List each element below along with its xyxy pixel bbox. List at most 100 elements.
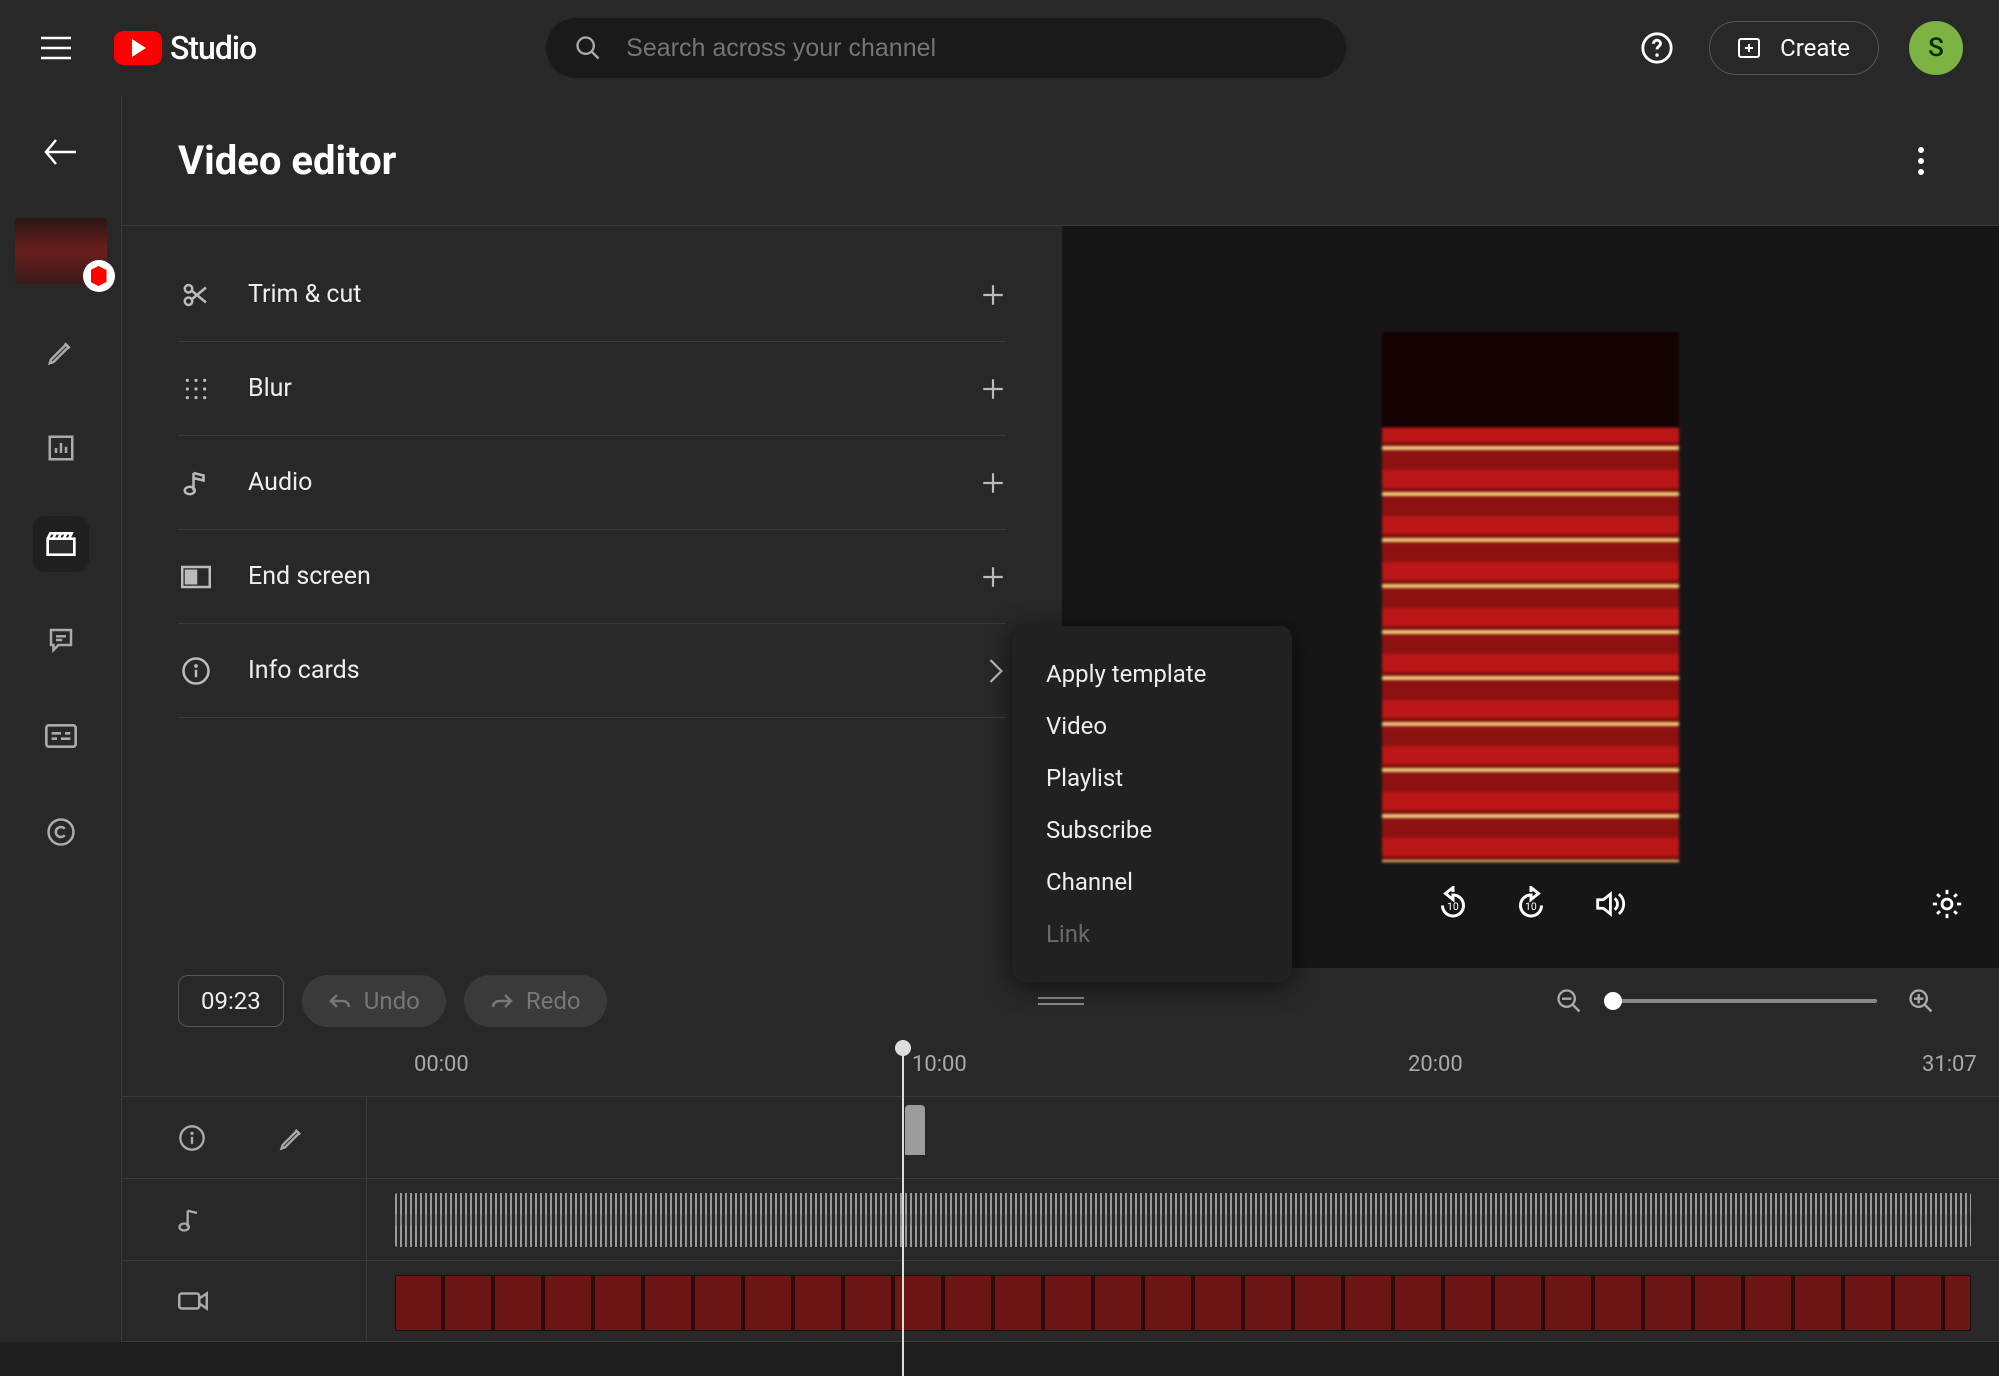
- menu-subscribe[interactable]: Subscribe: [1012, 804, 1292, 856]
- plus-icon: [980, 564, 1006, 590]
- tool-end-screen[interactable]: End screen: [178, 530, 1006, 624]
- help-icon: [1640, 31, 1674, 65]
- end-screen-dropdown: Apply template Video Playlist Subscribe …: [1012, 626, 1292, 982]
- search-icon: [574, 34, 602, 62]
- menu-link: Link: [1012, 908, 1292, 960]
- audio-waveform[interactable]: [395, 1193, 1971, 1247]
- ruler-tick: 20:00: [1408, 1052, 1463, 1077]
- ruler-tick: 31:07: [1922, 1052, 1977, 1077]
- track-video: [122, 1260, 1999, 1342]
- playhead[interactable]: [902, 1040, 904, 1376]
- music-icon: [183, 468, 209, 498]
- gear-icon: [1930, 887, 1964, 921]
- forward-10-button[interactable]: 10: [1509, 882, 1553, 926]
- logo-text: Studio: [170, 29, 256, 67]
- undo-button[interactable]: Undo: [302, 975, 446, 1027]
- menu-channel[interactable]: Channel: [1012, 856, 1292, 908]
- create-label: Create: [1780, 34, 1850, 62]
- track-info-cards: [122, 1096, 1999, 1178]
- info-icon: [181, 656, 211, 686]
- track-body[interactable]: [367, 1179, 1999, 1260]
- tool-label: Blur: [248, 374, 946, 403]
- copyright-icon: [46, 817, 76, 847]
- pencil-icon: [46, 337, 76, 367]
- tool-blur[interactable]: Blur: [178, 342, 1006, 436]
- rewind-10-icon: 10: [1435, 886, 1471, 922]
- nav-analytics[interactable]: [33, 420, 89, 476]
- zoom-out-icon: [1555, 987, 1583, 1015]
- chevron-right-icon: [986, 658, 1006, 684]
- ruler-tick: 10:00: [912, 1052, 967, 1077]
- plus-icon: [980, 376, 1006, 402]
- preview-controls: 10 10: [1431, 882, 1631, 926]
- redo-button[interactable]: Redo: [464, 975, 607, 1027]
- tool-panel: Trim & cut Blur Audio: [122, 226, 1062, 968]
- tool-trim-cut[interactable]: Trim & cut: [178, 248, 1006, 342]
- volume-icon: [1592, 887, 1626, 921]
- zoom-in-icon: [1907, 987, 1935, 1015]
- nav-comments[interactable]: [33, 612, 89, 668]
- nav-editor[interactable]: [33, 516, 89, 572]
- create-button[interactable]: Create: [1709, 21, 1879, 75]
- hamburger-icon: [41, 36, 71, 60]
- studio-logo[interactable]: Studio: [114, 29, 256, 67]
- end-screen-icon: [181, 565, 211, 589]
- timeline-ruler[interactable]: 00:00 10:00 20:00 31:07: [122, 1034, 1999, 1096]
- menu-apply-template[interactable]: Apply template: [1012, 648, 1292, 700]
- tool-audio[interactable]: Audio: [178, 436, 1006, 530]
- video-camera-icon: [178, 1289, 208, 1313]
- rewind-10-button[interactable]: 10: [1431, 882, 1475, 926]
- forward-10-icon: 10: [1513, 886, 1549, 922]
- volume-button[interactable]: [1587, 882, 1631, 926]
- preview-settings-button[interactable]: [1925, 882, 1969, 926]
- more-options-button[interactable]: [1899, 139, 1943, 183]
- music-icon: [178, 1206, 202, 1234]
- search-input[interactable]: [626, 34, 1318, 63]
- preview-frame[interactable]: [1382, 332, 1679, 862]
- zoom-out-button[interactable]: [1547, 979, 1591, 1023]
- panel-drag-handle[interactable]: [1038, 997, 1084, 1005]
- comments-icon: [46, 625, 76, 655]
- tool-label: Info cards: [248, 656, 952, 685]
- redo-label: Redo: [526, 987, 581, 1015]
- info-card-marker[interactable]: [905, 1105, 925, 1155]
- timeline-section: 09:23 Undo Redo: [122, 968, 1999, 1342]
- search-bar[interactable]: [546, 18, 1346, 78]
- back-button[interactable]: [35, 126, 87, 178]
- zoom-slider-thumb[interactable]: [1604, 992, 1622, 1010]
- zoom-slider[interactable]: [1613, 999, 1877, 1003]
- ruler-tick: 00:00: [414, 1052, 469, 1077]
- help-button[interactable]: [1635, 26, 1679, 70]
- plus-icon: [980, 282, 1006, 308]
- nav-copyright[interactable]: [33, 804, 89, 860]
- track-body[interactable]: [367, 1261, 1999, 1341]
- subtitles-icon: [45, 723, 77, 749]
- page-header: Video editor: [122, 96, 1999, 226]
- clapper-icon: [45, 529, 77, 559]
- scissors-icon: [181, 280, 211, 310]
- blur-icon: [183, 376, 209, 402]
- menu-playlist[interactable]: Playlist: [1012, 752, 1292, 804]
- menu-video[interactable]: Video: [1012, 700, 1292, 752]
- undo-label: Undo: [364, 987, 420, 1015]
- pencil-icon[interactable]: [278, 1124, 306, 1152]
- nav-subtitles[interactable]: [33, 708, 89, 764]
- svg-text:10: 10: [1447, 900, 1459, 913]
- track-audio: [122, 1178, 1999, 1260]
- youtube-play-icon: [114, 31, 162, 65]
- video-filmstrip[interactable]: [395, 1275, 1971, 1331]
- tool-label: Trim & cut: [248, 280, 946, 309]
- track-body[interactable]: [367, 1097, 1999, 1178]
- video-thumbnail[interactable]: [15, 218, 107, 284]
- workspace: Trim & cut Blur Audio: [122, 226, 1999, 968]
- create-icon: [1738, 36, 1766, 60]
- zoom-in-button[interactable]: [1899, 979, 1943, 1023]
- undo-icon: [328, 991, 352, 1011]
- main: Video editor Trim & cut: [0, 96, 1999, 1342]
- account-avatar[interactable]: S: [1909, 21, 1963, 75]
- kebab-icon: [1917, 146, 1925, 176]
- menu-toggle[interactable]: [36, 28, 76, 68]
- current-time-display[interactable]: 09:23: [178, 975, 284, 1027]
- nav-details[interactable]: [33, 324, 89, 380]
- tool-info-cards[interactable]: Info cards: [178, 624, 1006, 718]
